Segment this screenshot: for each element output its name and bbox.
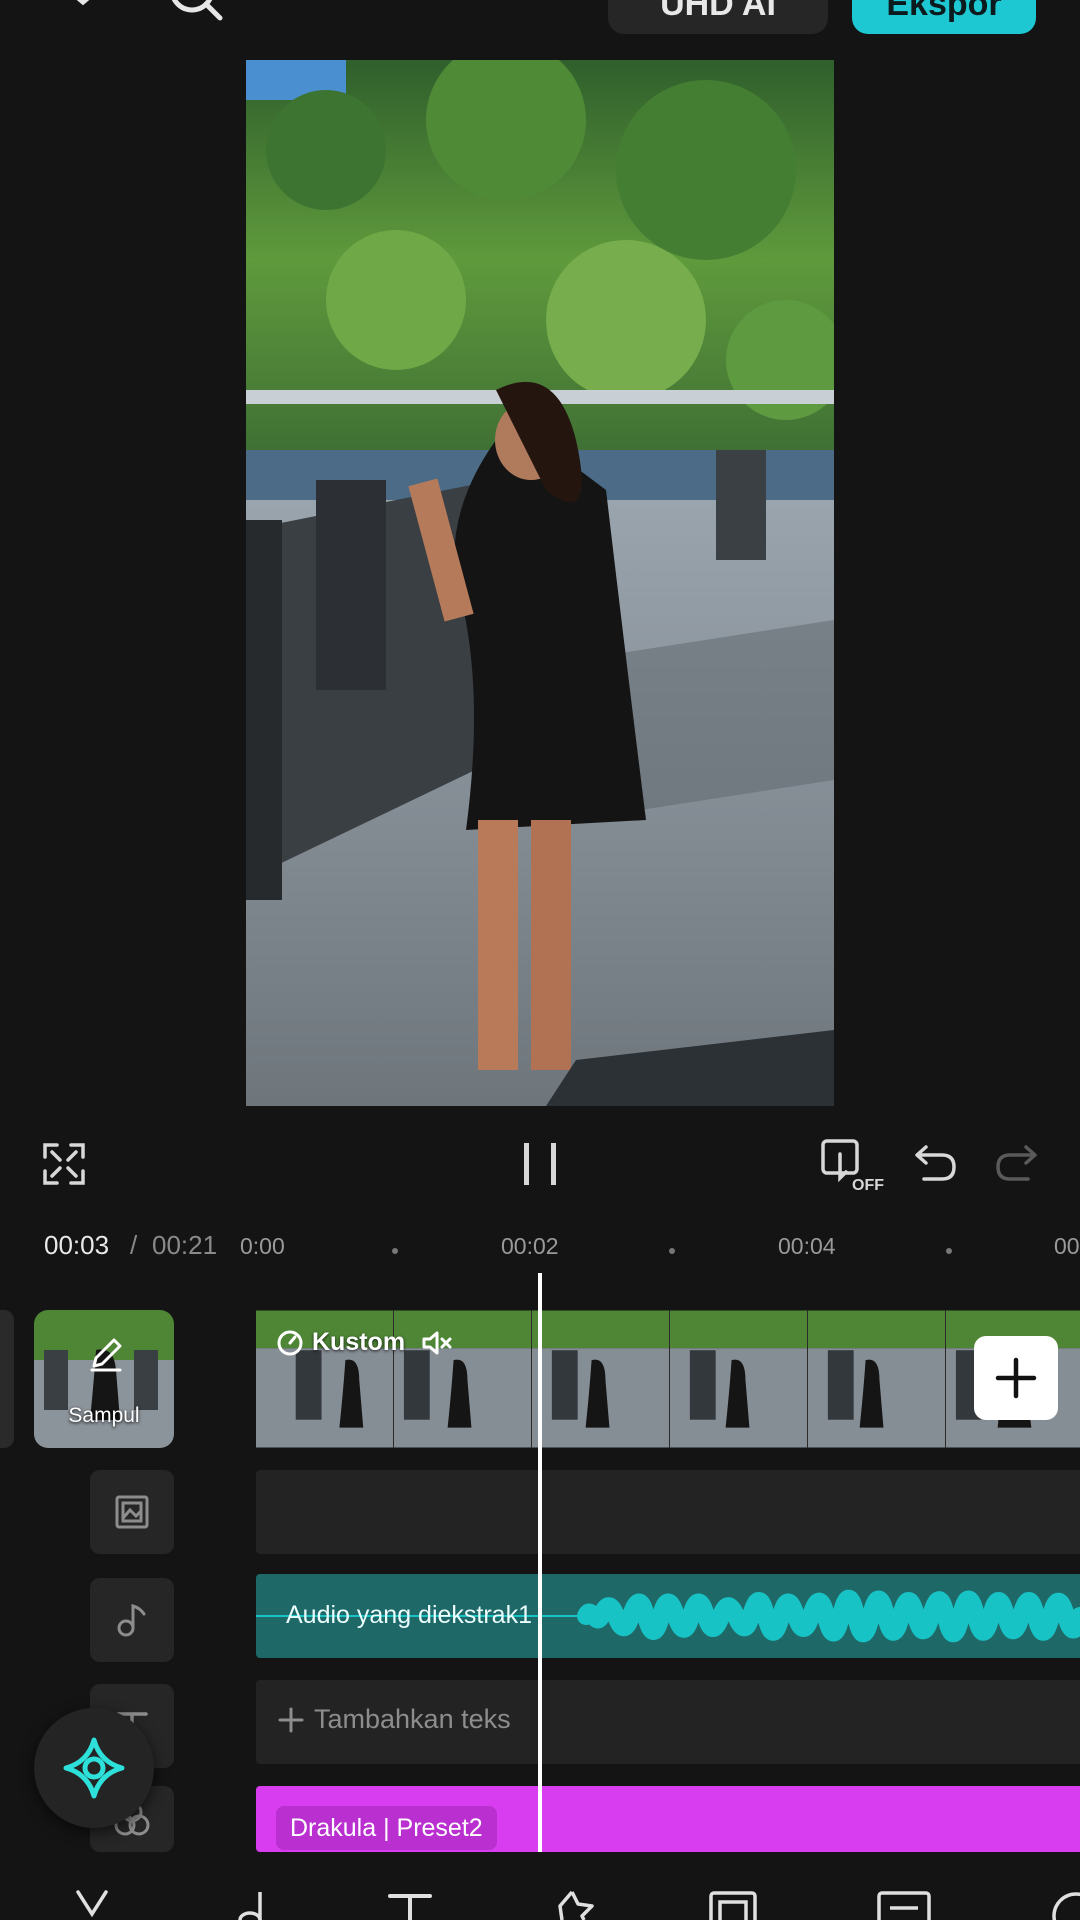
keyframe-fab[interactable] xyxy=(34,1708,154,1828)
overlay-icon[interactable] xyxy=(708,1890,758,1920)
time-tick: 00:02 xyxy=(501,1233,559,1259)
time-tick: 00:04 xyxy=(778,1233,836,1259)
plus-icon xyxy=(995,1357,1037,1399)
speed-icon xyxy=(276,1329,304,1357)
cover-thumbnail[interactable]: Sampul xyxy=(34,1310,174,1448)
svg-text:OFF: OFF xyxy=(852,1177,884,1192)
audio-icon[interactable] xyxy=(236,1890,276,1920)
search-icon[interactable] xyxy=(166,0,226,22)
add-clip-button[interactable] xyxy=(974,1336,1058,1420)
undo-icon[interactable] xyxy=(914,1143,958,1183)
uhd-ai-button[interactable]: UHD AI xyxy=(608,0,828,34)
overlay-track-button[interactable] xyxy=(90,1470,174,1554)
add-text-label: Tambahkan teks xyxy=(314,1704,511,1734)
caption-icon[interactable] xyxy=(876,1890,932,1920)
fullscreen-icon[interactable] xyxy=(42,1142,86,1186)
cover-label: Sampul xyxy=(68,1404,140,1427)
more-icon[interactable] xyxy=(1046,1890,1080,1920)
audio-track-button[interactable] xyxy=(90,1578,174,1662)
time-separator: / xyxy=(130,1230,138,1260)
preview-frame-image xyxy=(246,60,834,1106)
filter-label: Drakula | Preset2 xyxy=(276,1806,497,1850)
close-icon[interactable] xyxy=(58,0,108,16)
current-time: 00:03 xyxy=(44,1230,110,1260)
mute-icon[interactable] xyxy=(421,1329,453,1357)
tick-dot xyxy=(392,1248,398,1254)
music-icon xyxy=(117,1604,146,1637)
time-tick: 00 xyxy=(1054,1233,1080,1259)
track-left-edge xyxy=(0,1310,14,1448)
edit-cover-icon xyxy=(86,1334,126,1374)
tick-dot xyxy=(946,1248,952,1254)
diamond-keyframe-icon xyxy=(63,1737,125,1799)
time-tick: 0:00 xyxy=(240,1233,285,1259)
redo-icon xyxy=(994,1143,1038,1183)
text-icon[interactable] xyxy=(386,1890,434,1920)
overlay-icon xyxy=(115,1495,149,1529)
keyframe-off-icon[interactable]: OFF xyxy=(820,1138,884,1192)
total-time: 00:21 xyxy=(152,1230,218,1260)
tick-dot xyxy=(669,1248,675,1254)
playhead[interactable] xyxy=(538,1273,542,1853)
video-frame xyxy=(670,1310,808,1448)
cut-icon[interactable] xyxy=(74,1890,110,1920)
plus-icon xyxy=(278,1707,304,1732)
video-preview[interactable] xyxy=(246,60,834,1106)
overlay-track[interactable] xyxy=(256,1470,1080,1554)
pause-icon[interactable] xyxy=(522,1143,558,1185)
add-text-button[interactable]: Tambahkan teks xyxy=(278,1704,511,1735)
audio-track-label: Audio yang diekstrak1 xyxy=(286,1601,532,1629)
clip-speed-label: Kustom xyxy=(312,1328,406,1356)
video-frame xyxy=(808,1310,946,1448)
video-frame xyxy=(532,1310,670,1448)
sticker-icon[interactable] xyxy=(548,1890,596,1920)
export-button[interactable]: Ekspor xyxy=(852,0,1036,34)
